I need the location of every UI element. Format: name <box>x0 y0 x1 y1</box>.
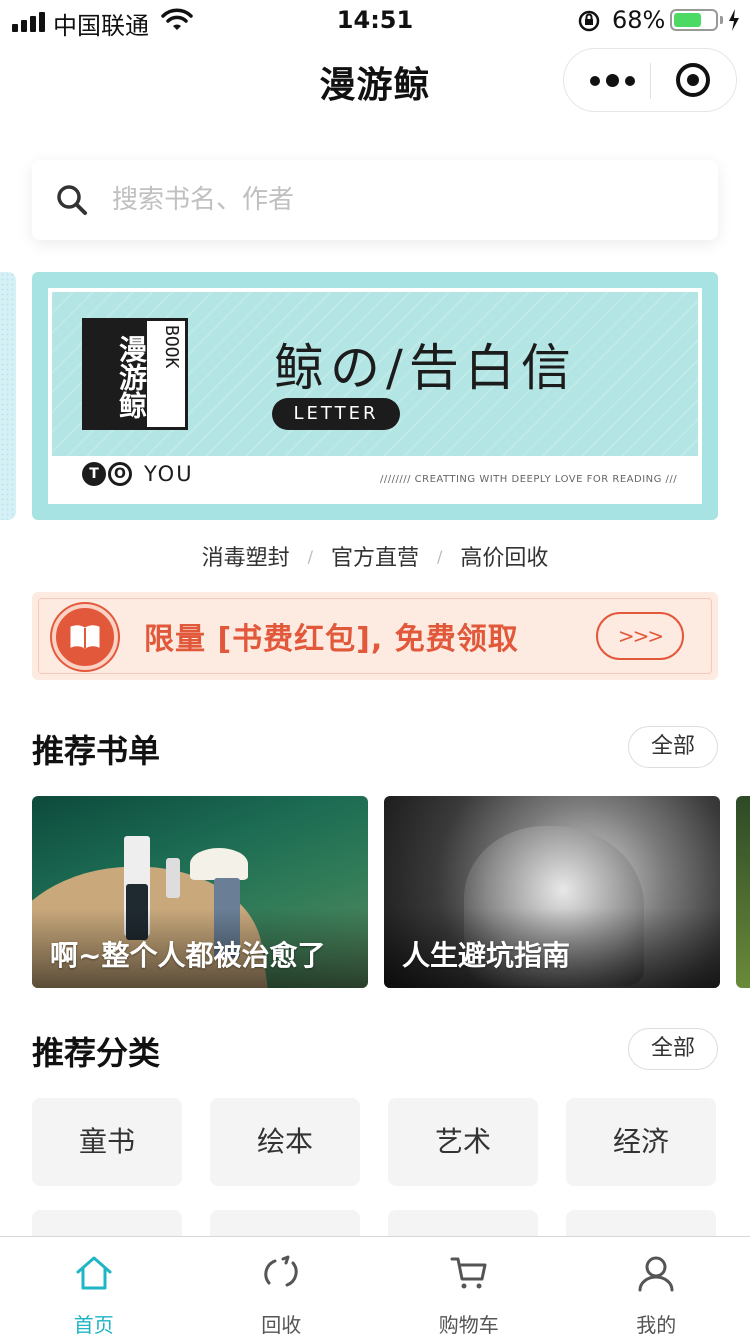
to-letter-o: O <box>108 462 132 486</box>
banner-prev-peek[interactable] <box>0 272 16 520</box>
to-you-text: YOU <box>144 462 194 486</box>
service-slogans: 消毒塑封 / 官方直营 / 高价回收 <box>0 540 750 572</box>
tab-label: 回收 <box>261 1313 302 1334</box>
tab-recycle[interactable]: 回收 <box>188 1237 376 1334</box>
categories-all-button[interactable]: 全部 <box>628 1028 718 1070</box>
tab-label: 购物车 <box>438 1313 499 1334</box>
banner-frame: 漫游鲸 BOOK 鲸の/告白信 LETTER T O YOU //////// … <box>48 288 702 504</box>
cart-icon <box>450 1257 487 1289</box>
tab-cart[interactable]: 购物车 <box>375 1237 563 1334</box>
categories-title: 推荐分类 <box>32 1034 161 1072</box>
mini-program-capsule <box>563 48 737 112</box>
book-lists-title: 推荐书单 <box>32 732 161 770</box>
more-menu-button[interactable] <box>590 74 635 87</box>
user-icon <box>638 1256 674 1292</box>
category-item[interactable]: 童书 <box>32 1098 182 1186</box>
slogan-separator: / <box>307 546 313 566</box>
book-list-card[interactable]: 人生避坑指南 <box>384 796 720 988</box>
category-item[interactable]: 绘本 <box>210 1098 360 1186</box>
slogan-item: 消毒塑封 <box>201 546 290 571</box>
card-umbrella <box>190 848 248 880</box>
banner-inner: 漫游鲸 BOOK 鲸の/告白信 LETTER <box>52 292 698 456</box>
banner-to-you: T O YOU <box>82 462 194 486</box>
search-icon <box>57 185 87 215</box>
tab-bar: 首页 回收 购物车 我的 <box>0 1236 750 1334</box>
book-lists-all-button[interactable]: 全部 <box>628 726 718 768</box>
battery-tip <box>720 16 723 24</box>
home-icon <box>76 1256 112 1290</box>
promo-text: 限量 [书费红包], 免费领取 <box>144 622 519 657</box>
book-list-card[interactable]: 啊~整个人都被治愈了 <box>32 796 368 988</box>
category-item[interactable]: 艺术 <box>388 1098 538 1186</box>
rotation-lock-icon <box>578 10 600 32</box>
slogan-item: 高价回收 <box>460 546 549 571</box>
slogan-item: 官方直营 <box>330 546 419 571</box>
open-book-icon <box>52 604 118 670</box>
tab-home[interactable]: 首页 <box>0 1237 188 1334</box>
to-letter-t: T <box>82 462 106 486</box>
book-list-label: 啊~整个人都被治愈了 <box>50 939 326 972</box>
close-target-button[interactable] <box>676 63 710 97</box>
brand-logo: 漫游鲸 BOOK <box>82 318 188 430</box>
search-input[interactable] <box>112 160 692 240</box>
logo-text: 漫游鲸 <box>85 321 148 427</box>
book-list-label: 人生避坑指南 <box>402 939 571 972</box>
banner[interactable]: 漫游鲸 BOOK 鲸の/告白信 LETTER T O YOU //////// … <box>32 272 718 520</box>
slogan-separator: / <box>437 546 443 566</box>
tab-label: 首页 <box>73 1313 114 1334</box>
promo-banner[interactable]: 限量 [书费红包], 免费领取 >>> <box>32 592 718 680</box>
banner-letter-pill: LETTER <box>272 398 400 430</box>
search-bar[interactable] <box>32 160 718 240</box>
banner-title: 鲸の/告白信 <box>274 339 577 397</box>
status-bar: 中国联通 14:51 68% <box>0 0 750 40</box>
banner-tagline: //////// CREATTING WITH DEEPLY LOVE FOR … <box>380 474 678 485</box>
tab-label: 我的 <box>636 1313 677 1334</box>
capsule-divider <box>650 63 651 99</box>
book-list-card-peek[interactable] <box>736 796 750 988</box>
logo-book: BOOK <box>161 325 182 369</box>
recycle-icon <box>264 1255 298 1287</box>
card-figure <box>166 858 180 898</box>
tab-profile[interactable]: 我的 <box>563 1237 750 1334</box>
category-item[interactable]: 经济 <box>566 1098 716 1186</box>
battery-percent: 68% <box>612 6 666 34</box>
battery-icon <box>670 9 718 31</box>
charging-icon <box>729 9 739 31</box>
promo-go-button[interactable]: >>> <box>596 612 684 660</box>
